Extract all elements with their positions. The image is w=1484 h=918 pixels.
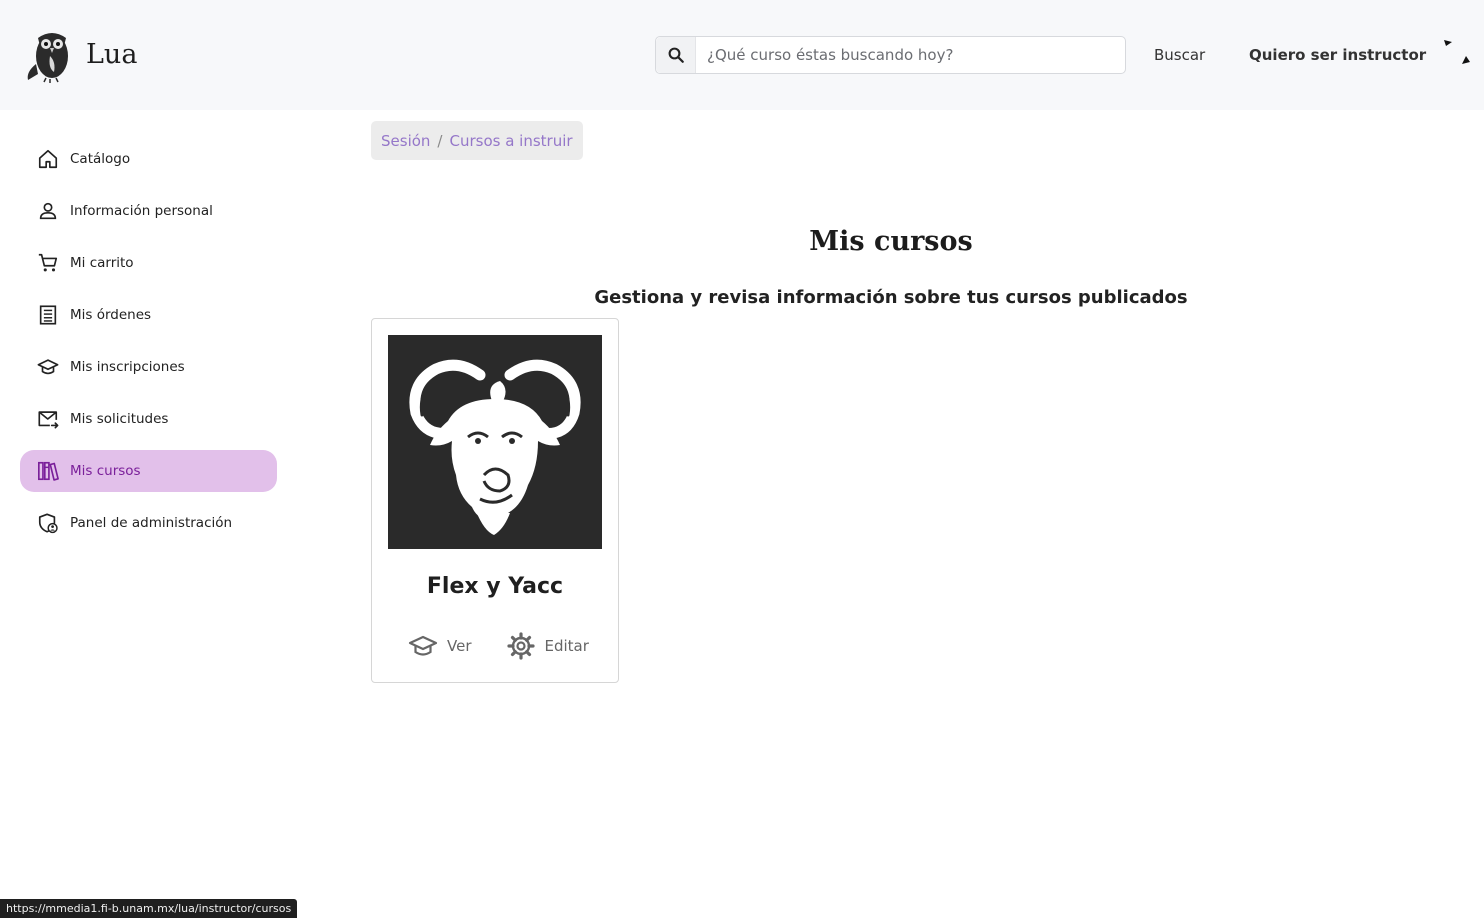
page-subtitle: Gestiona y revisa información sobre tus … xyxy=(594,287,1188,308)
search-icon xyxy=(668,47,684,63)
course-image[interactable] xyxy=(388,335,602,549)
sidebar-item-mis-ordenes[interactable]: Mis órdenes xyxy=(20,294,277,336)
become-instructor-link[interactable]: Quiero ser instructor xyxy=(1249,46,1426,64)
graduation-cap-icon xyxy=(37,359,59,375)
view-course-button[interactable]: Ver xyxy=(408,631,472,661)
sidebar-item-mi-carrito[interactable]: Mi carrito xyxy=(20,242,277,284)
owl-logo-icon xyxy=(27,33,68,83)
course-actions: Ver Editar xyxy=(408,631,623,661)
cart-icon xyxy=(38,253,58,272)
sidebar-item-label: Información personal xyxy=(70,203,213,219)
page-title: Mis cursos xyxy=(809,226,973,257)
brand-logo-link[interactable]: Lua xyxy=(24,24,137,84)
sidebar-item-label: Mis cursos xyxy=(70,463,141,479)
gear-icon xyxy=(506,632,535,660)
breadcrumb-separator: / xyxy=(437,131,443,150)
view-course-label: Ver xyxy=(447,637,472,655)
receipt-icon xyxy=(39,305,57,325)
sidebar-item-mis-solicitudes[interactable]: Mis solicitudes xyxy=(20,398,277,440)
sidebar-item-label: Mi carrito xyxy=(70,255,134,271)
sidebar-item-panel-de-administracion[interactable]: Panel de administración xyxy=(20,502,277,544)
top-header: Lua Buscar Quiero ser instructor xyxy=(0,0,1484,110)
course-title[interactable]: Flex y Yacc xyxy=(372,574,618,599)
breadcrumb: Sesión / Cursos a instruir xyxy=(371,121,583,160)
breadcrumb-item-sesion[interactable]: Sesión xyxy=(381,132,430,150)
books-icon xyxy=(38,461,59,481)
sidebar-item-label: Panel de administración xyxy=(70,515,233,531)
user-icon xyxy=(39,202,57,220)
sidebar-item-mis-cursos[interactable]: Mis cursos xyxy=(20,450,277,492)
home-icon xyxy=(38,149,58,169)
sidebar-item-mis-inscripciones[interactable]: Mis inscripciones xyxy=(20,346,277,388)
search-bar xyxy=(655,36,1126,74)
edit-course-button[interactable]: Editar xyxy=(506,631,589,661)
shield-admin-icon xyxy=(38,513,58,534)
course-card: Flex y Yacc Ver Editar xyxy=(371,318,619,683)
brand-name: Lua xyxy=(86,38,138,70)
status-bar-url: https://mmedia1.fi-b.unam.mx/lua/instruc… xyxy=(0,899,298,918)
mail-forward-icon xyxy=(38,411,59,429)
search-input[interactable] xyxy=(696,38,1125,72)
sidebar-item-catalogo[interactable]: Catálogo xyxy=(20,138,277,180)
user-menu-toggle-icon[interactable] xyxy=(1440,38,1472,70)
sidebar-item-label: Mis solicitudes xyxy=(70,411,169,427)
sidebar-item-label: Catálogo xyxy=(70,151,131,167)
sidebar-item-informacion-personal[interactable]: Información personal xyxy=(20,190,277,232)
sidebar-item-label: Mis órdenes xyxy=(70,307,152,323)
breadcrumb-item-cursos-a-instruir[interactable]: Cursos a instruir xyxy=(449,132,572,150)
buscar-link[interactable]: Buscar xyxy=(1154,46,1205,64)
graduation-cap-icon xyxy=(408,635,438,656)
sidebar-item-label: Mis inscripciones xyxy=(70,359,185,375)
edit-course-label: Editar xyxy=(544,637,589,655)
gnu-head-icon xyxy=(409,359,581,535)
search-button[interactable] xyxy=(656,37,696,73)
sidebar-nav: Catálogo Información personal Mi carrito… xyxy=(20,138,277,554)
